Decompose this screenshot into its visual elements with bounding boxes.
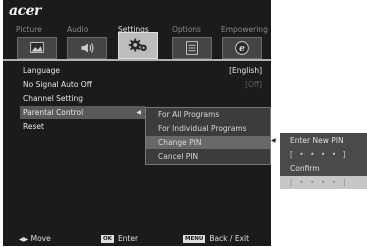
tab-divider <box>3 59 271 61</box>
menu-item-label: Language <box>23 66 61 75</box>
submenu-arrow-icon: ◀ <box>136 109 141 116</box>
svg-text:e: e <box>239 43 245 54</box>
empowering-icon: e <box>235 41 249 55</box>
menu-item-no-signal-auto-off[interactable]: No Signal Auto Off [Off] <box>20 78 265 91</box>
menu-item-label: No Signal Auto Off <box>23 80 92 89</box>
language-value: [English] <box>229 66 262 75</box>
submenu-item-individual-programs[interactable]: For Individual Programs <box>146 122 270 135</box>
no-signal-value: [Off] <box>245 80 262 89</box>
submenu-item-label: Cancel PIN <box>158 152 199 161</box>
tab-options[interactable]: Options <box>172 25 201 34</box>
enter-label: Enter <box>117 234 139 243</box>
enter-new-pin-label: Enter New PIN <box>290 136 344 145</box>
osd-window: acer Picture Audio Settings Options Empo… <box>3 0 271 246</box>
move-hint: ◀▶ Move <box>19 232 51 247</box>
settings-tab-button[interactable] <box>118 32 158 59</box>
menu-item-label: Parental Control <box>23 108 84 117</box>
audio-icon <box>81 43 94 53</box>
options-tab-button[interactable] <box>172 37 212 59</box>
tab-picture[interactable]: Picture <box>16 25 42 34</box>
menu-item-label: Reset <box>23 122 44 131</box>
submenu-item-cancel-pin[interactable]: Cancel PIN <box>146 150 270 163</box>
confirm-label: Confirm <box>290 164 320 173</box>
menu-item-parental-control[interactable]: Parental Control ◀ <box>20 106 145 119</box>
menu-item-label: Channel Setting <box>23 94 84 103</box>
parental-control-submenu: For All Programs For Individual Programs… <box>145 107 271 165</box>
move-label: Move <box>30 234 51 243</box>
settings-icon <box>128 38 147 52</box>
new-pin-field[interactable]: [ • • • • ] <box>280 148 367 161</box>
dpad-icon: ◀▶ <box>19 236 29 243</box>
menu-item-channel-setting[interactable]: Channel Setting <box>20 92 265 105</box>
submenu-item-label: For Individual Programs <box>158 124 247 133</box>
footer-bar: ◀▶ Move OK Enter MENU Back / Exit <box>3 232 271 246</box>
ok-key-icon: OK <box>101 235 114 243</box>
confirm-pin-field[interactable]: [ • • • • ] <box>280 176 367 189</box>
pin-panel-arrow-icon: ◀ <box>271 137 276 144</box>
menu-key-icon: MENU <box>183 235 206 243</box>
audio-tab-button[interactable] <box>67 37 107 59</box>
acer-logo: acer <box>9 3 41 19</box>
submenu-item-change-pin[interactable]: Change PIN <box>146 136 270 149</box>
tab-empowering[interactable]: Empowering <box>221 25 268 34</box>
back-exit-label: Back / Exit <box>209 234 250 243</box>
tab-audio[interactable]: Audio <box>67 25 88 34</box>
menu-item-language[interactable]: Language [English] <box>20 64 265 77</box>
enter-hint: OK Enter <box>101 232 138 246</box>
picture-icon <box>30 42 44 53</box>
picture-tab-button[interactable] <box>17 37 57 59</box>
options-icon <box>186 41 198 55</box>
submenu-item-all-programs[interactable]: For All Programs <box>146 108 270 121</box>
empowering-tab-button[interactable]: e <box>222 37 262 59</box>
change-pin-panel: Enter New PIN [ • • • • ] Confirm [ • • … <box>280 133 367 189</box>
submenu-item-label: Change PIN <box>158 138 202 147</box>
back-exit-hint: MENU Back / Exit <box>183 232 249 246</box>
submenu-item-label: For All Programs <box>158 110 220 119</box>
